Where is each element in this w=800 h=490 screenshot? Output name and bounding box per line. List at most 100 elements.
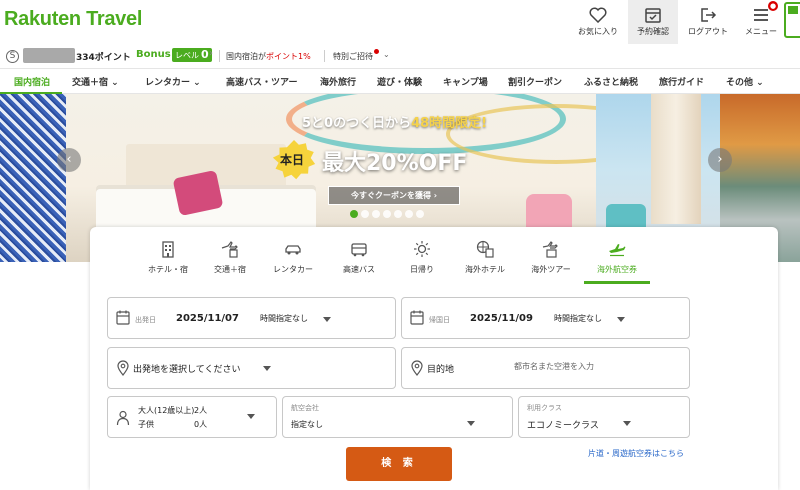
overseas-tour-icon	[542, 241, 558, 258]
carousel-dot[interactable]	[361, 210, 369, 218]
calendar-check-icon	[645, 8, 661, 23]
nav-item-furusato[interactable]: ふるさと納税	[584, 75, 638, 88]
child-count: 0人	[194, 420, 208, 429]
person-icon	[116, 410, 130, 426]
nav-item-camping[interactable]: キャンプ場	[443, 75, 488, 88]
favorites-label: お気に入り	[578, 27, 618, 36]
chevron-down-icon[interactable]: ⌄	[383, 50, 390, 59]
bonus-chevron-icon[interactable]: ›	[209, 48, 213, 59]
tab-overseas-hotel[interactable]: 海外ホテル	[452, 240, 518, 275]
nav-item-activities[interactable]: 遊び・体験	[377, 75, 422, 88]
tab-hotel[interactable]: ホテル・宿	[135, 240, 201, 275]
get-coupon-button[interactable]: 今すぐクーポンを獲得 ›	[328, 186, 460, 205]
nav-item-guide[interactable]: 旅行ガイド	[659, 75, 704, 88]
menu-button[interactable]: メニュー ●	[736, 0, 786, 44]
carousel-dot[interactable]	[416, 210, 424, 218]
nav-item-more[interactable]: その他 ⌄	[726, 75, 764, 88]
chevron-down-icon	[467, 421, 475, 426]
nav-item-overseas[interactable]: 海外旅行	[320, 75, 356, 88]
chevron-down-icon	[247, 414, 255, 419]
banner-discount: 最大20%OFF	[322, 151, 468, 176]
bus-icon	[351, 243, 367, 257]
calendar-icon	[410, 310, 424, 325]
chevron-down-icon	[623, 421, 631, 426]
tab-label: 高速バス	[343, 265, 375, 274]
reservation-check-label: 予約確認	[637, 27, 669, 36]
tab-overseas-flights[interactable]: 海外航空券	[584, 240, 650, 275]
points-value[interactable]: 334ポイント	[76, 50, 131, 63]
carousel-dot[interactable]	[372, 210, 380, 218]
domestic-prefix: 国内宿泊が	[226, 52, 266, 61]
chevron-down-icon[interactable]	[617, 317, 625, 322]
nav-item-rentacar[interactable]: レンタカー ⌄	[145, 75, 201, 88]
departure-date-label: 出発日	[135, 316, 156, 324]
nav-item-transit-hotel[interactable]: 交通＋宿 ⌄	[72, 75, 119, 88]
site-header: Rakuten Travel お気に入り 予約確認 ログアウト メニュー ●	[0, 0, 800, 44]
carousel-dot[interactable]	[394, 210, 402, 218]
tab-label: 海外航空券	[597, 265, 637, 274]
logout-label: ログアウト	[688, 27, 728, 36]
tab-label: 海外ツアー	[531, 265, 571, 274]
return-time-select[interactable]: 時間指定なし	[554, 313, 602, 324]
return-date-value: 2025/11/09	[470, 313, 533, 324]
passenger-select[interactable]: 大人(12歳以上) 2人 子供 0人	[107, 396, 277, 438]
chevron-right-icon: ›	[433, 191, 438, 200]
domestic-highlight: ポイント1%	[266, 52, 311, 61]
member-card-icon[interactable]	[784, 2, 800, 38]
carousel-dots	[350, 210, 427, 220]
carousel-prev-button[interactable]: ‹	[57, 148, 81, 172]
tab-rentacar[interactable]: レンタカー	[260, 240, 326, 275]
destination-input[interactable]: 都市名また空港を入力	[514, 361, 594, 372]
nav-item-bus-tour[interactable]: 高速バス・ツアー	[226, 75, 297, 88]
favorites-button[interactable]: お気に入り	[573, 0, 623, 44]
tab-highway-bus[interactable]: 高速バス	[326, 240, 392, 275]
rakuten-travel-logo[interactable]: Rakuten Travel	[4, 8, 142, 31]
globe-hotel-icon	[476, 240, 494, 258]
nav-item-coupons[interactable]: 割引クーポン	[508, 75, 562, 88]
tab-overseas-tour[interactable]: 海外ツアー	[518, 240, 584, 275]
nav-item-domestic[interactable]: 国内宿泊	[14, 75, 50, 88]
tab-label: 日帰り	[410, 265, 434, 274]
tab-label: ホテル・宿	[148, 265, 188, 274]
carousel-next-button[interactable]: ›	[708, 148, 732, 172]
departure-date-value: 2025/11/07	[176, 313, 239, 324]
destination-field[interactable]: 目的地 都市名また空港を入力	[401, 347, 690, 389]
reservation-check-button[interactable]: 予約確認	[628, 0, 678, 44]
domestic-points-info[interactable]: 国内宿泊がポイント1%	[226, 51, 311, 62]
cta-label: 今すぐクーポンを獲得	[350, 191, 431, 200]
origin-select[interactable]: 出発地を選択してください	[107, 347, 396, 389]
search-button[interactable]: 検 索	[346, 447, 452, 481]
tab-day-trip[interactable]: 日帰り	[389, 240, 455, 275]
logout-button[interactable]: ログアウト	[683, 0, 733, 44]
hotel-icon	[162, 241, 174, 258]
chevron-down-icon[interactable]	[323, 317, 331, 322]
divider	[324, 50, 325, 62]
location-pin-icon	[411, 360, 423, 376]
level-label: レベル	[175, 51, 199, 60]
adult-label: 大人(12歳以上)	[138, 406, 195, 415]
headline-prefix: 5と0のつく日から	[302, 116, 412, 131]
special-invite-link[interactable]: 特別ご招待	[333, 51, 373, 62]
airline-select[interactable]: 航空会社 指定なし	[282, 396, 513, 438]
departure-date-field[interactable]: 出発日 2025/11/07	[107, 297, 396, 339]
points-coin-icon: S	[6, 50, 19, 63]
class-select[interactable]: 利用クラス エコノミークラス	[518, 396, 690, 438]
bonus-level-badge[interactable]: レベル 0	[172, 48, 212, 62]
user-name-masked	[23, 48, 75, 63]
carousel-dot[interactable]	[350, 210, 358, 218]
tab-transit-hotel[interactable]: 交通＋宿	[197, 240, 263, 275]
car-icon	[285, 245, 301, 255]
transit-hotel-icon	[221, 241, 238, 258]
airline-value: 指定なし	[291, 420, 323, 429]
main-nav: 国内宿泊 交通＋宿 ⌄ レンタカー ⌄ 高速バス・ツアー 海外旅行 遊び・体験 …	[0, 68, 800, 94]
departure-time-select[interactable]: 時間指定なし	[260, 313, 308, 324]
airline-label: 航空会社	[291, 404, 319, 412]
points-bar: S 334ポイント Bonus レベル 0 › 国内宿泊がポイント1% 特別ご招待…	[0, 44, 800, 68]
carousel-dot[interactable]	[383, 210, 391, 218]
oneway-multicity-link[interactable]: 片道・周遊航空券はこちら	[588, 448, 684, 459]
nav-label: その他	[726, 78, 754, 88]
tab-label: 海外ホテル	[465, 265, 505, 274]
bonus-label[interactable]: Bonus	[136, 49, 171, 60]
carousel-dot[interactable]	[405, 210, 413, 218]
return-date-field[interactable]: 帰国日 2025/11/09	[401, 297, 690, 339]
